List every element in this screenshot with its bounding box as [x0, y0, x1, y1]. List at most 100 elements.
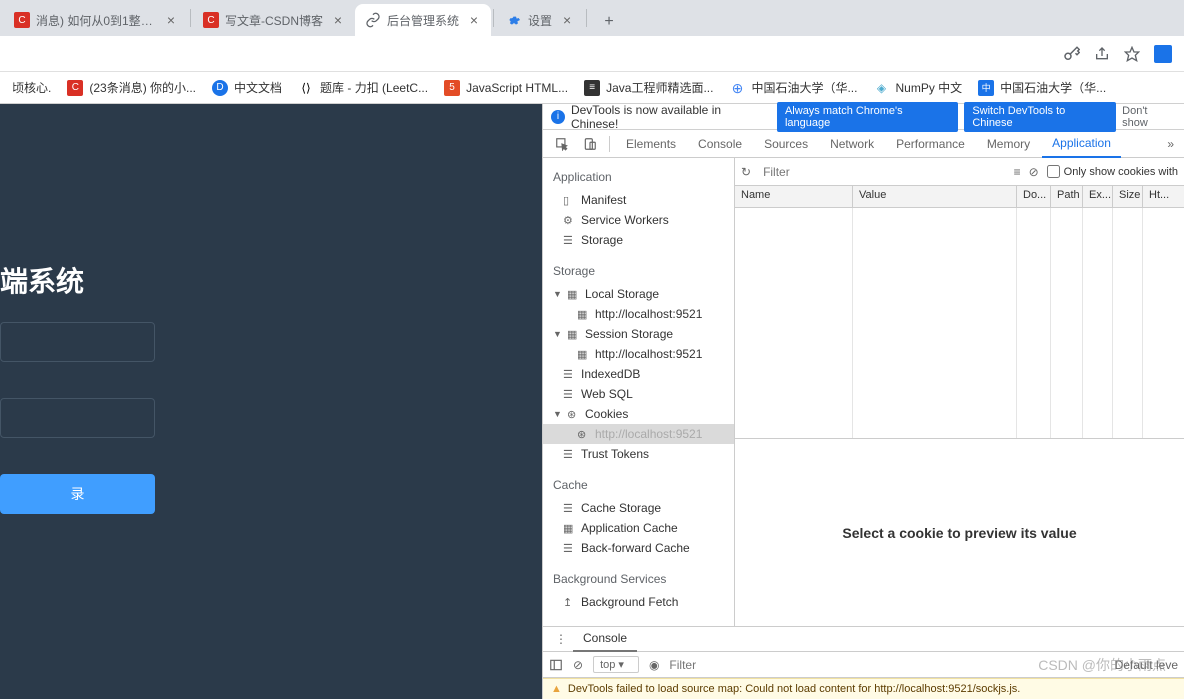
sidebar-item-trust-tokens[interactable]: ☰Trust Tokens [543, 444, 734, 464]
col-name[interactable]: Name [735, 186, 853, 207]
sidebar-item-background-fetch[interactable]: ↥Background Fetch [543, 592, 734, 612]
bookmark-item[interactable]: ≡Java工程师精选面... [578, 75, 719, 100]
device-toggle-icon[interactable] [577, 133, 603, 155]
bookmark-item[interactable]: C(23条消息) 你的小... [61, 75, 202, 100]
tab-title: 后台管理系统 [387, 12, 459, 29]
col-expires[interactable]: Ex... [1083, 186, 1113, 207]
favicon: C [67, 80, 83, 96]
bookmark-item[interactable]: ⊕中国石油大学（华... [723, 75, 863, 100]
tab-close-icon[interactable]: × [467, 13, 481, 27]
username-input[interactable] [0, 322, 155, 362]
banner-switch-chinese-button[interactable]: Switch DevTools to Chinese [964, 102, 1116, 132]
app-viewport: 端系统 录 [0, 104, 542, 699]
bookmark-item[interactable]: D中文文档 [206, 75, 288, 100]
bookmark-item[interactable]: ◈NumPy 中文 [867, 75, 968, 100]
sidebar-item-session-storage[interactable]: ▼▦Session Storage [543, 324, 734, 344]
grid-icon: ▦ [577, 348, 589, 361]
sidebar-item-session-storage-url[interactable]: ▦http://localhost:9521 [543, 344, 734, 364]
browser-tab-2-active[interactable]: 后台管理系统 × [355, 4, 491, 36]
favicon: ◈ [873, 80, 889, 96]
share-icon[interactable] [1094, 46, 1110, 62]
browser-tab-1[interactable]: C 写文章-CSDN博客 × [193, 4, 355, 36]
warning-icon: ▲ [551, 683, 562, 695]
console-context-dropdown[interactable]: top ▾ [593, 656, 639, 673]
sidebar-item-local-storage[interactable]: ▼▦Local Storage [543, 284, 734, 304]
only-cookies-checkbox[interactable]: Only show cookies with [1047, 165, 1178, 178]
bookmark-item[interactable]: 顷核心. [6, 75, 57, 100]
log-levels-dropdown[interactable]: Default leve [1115, 658, 1178, 672]
sidebar-item-bfcache[interactable]: ☰Back-forward Cache [543, 538, 734, 558]
col-size[interactable]: Size [1113, 186, 1143, 207]
filter-options-icon[interactable]: ≡ [1014, 165, 1021, 179]
info-icon: i [551, 110, 565, 124]
clear-console-icon[interactable]: ⊘ [573, 658, 583, 672]
browser-tab-0[interactable]: C 消息) 如何从0到1整合出一... × [4, 4, 188, 36]
sidebar-item-cookies-url-selected[interactable]: ⊛http://localhost:9521 [543, 424, 734, 444]
col-httponly[interactable]: Ht... [1143, 186, 1171, 207]
sidebar-item-storage[interactable]: ☰Storage [543, 230, 734, 250]
bookmark-item[interactable]: 中中国石油大学（华... [972, 75, 1112, 100]
sidebar-item-cookies[interactable]: ▼⊛Cookies [543, 404, 734, 424]
tab-elements[interactable]: Elements [616, 131, 686, 157]
bookmark-star-icon[interactable] [1124, 46, 1140, 62]
section-storage: Storage [543, 258, 734, 284]
bookmark-item[interactable]: ⟨⟩题库 - 力扣 (LeetC... [292, 75, 434, 100]
sidebar-item-service-workers[interactable]: ⚙Service Workers [543, 210, 734, 230]
sidebar-item-cache-storage[interactable]: ☰Cache Storage [543, 498, 734, 518]
cookies-filter-input[interactable] [759, 163, 1006, 181]
link-icon [365, 12, 381, 28]
grid-icon: ▦ [567, 328, 579, 341]
cookies-table-body[interactable] [735, 208, 1184, 438]
section-application: Application [543, 164, 734, 190]
live-expression-icon[interactable]: ◉ [649, 658, 659, 672]
chevron-down-icon: ▼ [553, 289, 561, 299]
password-input[interactable] [0, 398, 155, 438]
login-button[interactable]: 录 [0, 474, 155, 514]
new-tab-button[interactable]: + [595, 8, 623, 36]
tab-close-icon[interactable]: × [164, 13, 178, 27]
refresh-icon[interactable]: ↻ [741, 165, 751, 179]
tab-console[interactable]: Console [688, 131, 752, 157]
sidebar-item-application-cache[interactable]: ▦Application Cache [543, 518, 734, 538]
grid-icon: ▦ [577, 308, 589, 321]
chevron-down-icon: ▼ [553, 409, 561, 419]
col-path[interactable]: Path [1051, 186, 1083, 207]
tab-memory[interactable]: Memory [977, 131, 1040, 157]
extensions-icon[interactable] [1154, 45, 1172, 63]
sidebar-item-indexeddb[interactable]: ☰IndexedDB [543, 364, 734, 384]
tab-close-icon[interactable]: × [331, 13, 345, 27]
database-icon: ☰ [563, 388, 575, 401]
sidebar-item-websql[interactable]: ☰Web SQL [543, 384, 734, 404]
bookmark-item[interactable]: 5JavaScript HTML... [438, 76, 574, 100]
console-filter-input[interactable] [669, 658, 1104, 672]
console-warning-message[interactable]: ▲ DevTools failed to load source map: Co… [543, 678, 1184, 699]
tab-title: 消息) 如何从0到1整合出一... [36, 12, 156, 29]
tab-application[interactable]: Application [1042, 130, 1121, 158]
console-drawer-tab[interactable]: Console [573, 626, 637, 652]
browser-tabs-bar: C 消息) 如何从0到1整合出一... × C 写文章-CSDN博客 × 后台管… [0, 0, 1184, 36]
key-icon[interactable] [1062, 45, 1080, 63]
sidebar-item-local-storage-url[interactable]: ▦http://localhost:9521 [543, 304, 734, 324]
col-value[interactable]: Value [853, 186, 1017, 207]
devtools-language-banner: i DevTools is now available in Chinese! … [543, 104, 1184, 130]
tab-close-icon[interactable]: × [560, 13, 574, 27]
browser-toolbar [0, 36, 1184, 72]
database-icon: ☰ [563, 368, 575, 381]
tab-network[interactable]: Network [820, 131, 884, 157]
col-domain[interactable]: Do... [1017, 186, 1051, 207]
inspect-element-icon[interactable] [549, 133, 575, 155]
cookie-preview-placeholder: Select a cookie to preview its value [735, 439, 1184, 626]
cookie-icon: ⊛ [567, 408, 579, 421]
tab-sources[interactable]: Sources [754, 131, 818, 157]
gear-icon [506, 12, 522, 28]
browser-tab-3[interactable]: 设置 × [496, 4, 584, 36]
more-tabs-icon[interactable]: » [1163, 133, 1178, 155]
banner-match-language-button[interactable]: Always match Chrome's language [777, 102, 958, 132]
console-sidebar-toggle-icon[interactable] [549, 658, 563, 672]
banner-dont-show-link[interactable]: Don't show [1122, 105, 1176, 129]
sidebar-item-manifest[interactable]: ▯Manifest [543, 190, 734, 210]
tab-performance[interactable]: Performance [886, 131, 975, 157]
drawer-menu-icon[interactable]: ⋮ [549, 632, 573, 646]
tab-favicon: C [14, 12, 30, 28]
clear-icon[interactable]: ⊘ [1029, 165, 1039, 179]
